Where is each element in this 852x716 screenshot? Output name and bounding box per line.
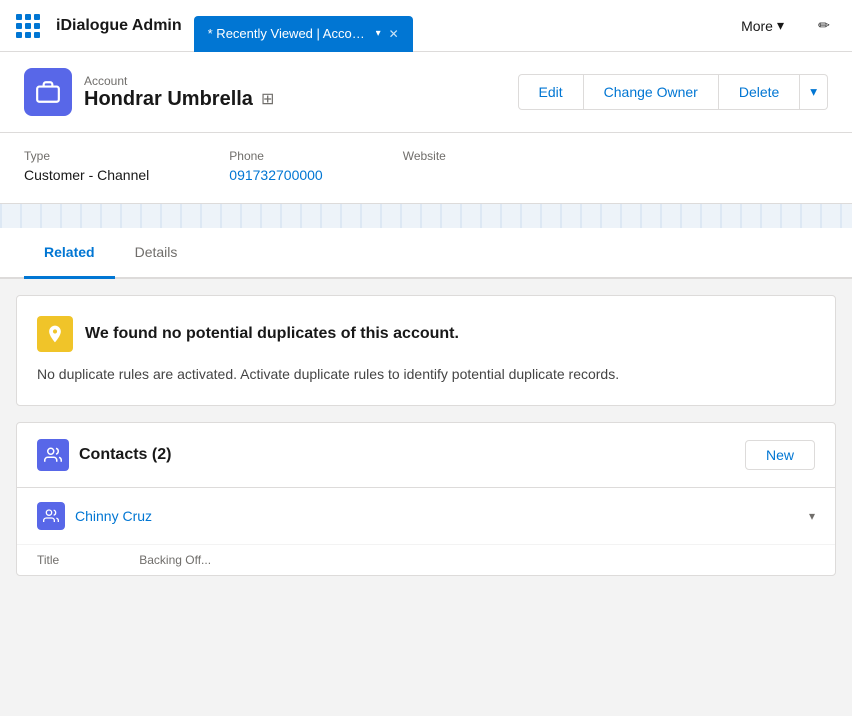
tab-label: * Recently Viewed | Accou...	[208, 26, 368, 41]
tab-close-icon[interactable]: ✕	[389, 27, 399, 41]
contacts-header: Contacts (2) New	[17, 423, 835, 488]
phone-field: Phone 091732700000	[229, 149, 322, 183]
recently-viewed-tab[interactable]: * Recently Viewed | Accou... ▾ ✕	[194, 16, 413, 52]
type-value: Customer - Channel	[24, 167, 149, 183]
app-launcher-icon[interactable]	[12, 10, 44, 42]
fields-row: Type Customer - Channel Phone 0917327000…	[0, 133, 852, 204]
record-name: Hondrar Umbrella	[84, 88, 253, 111]
more-button[interactable]: More ▾	[729, 11, 796, 40]
record-identity: Account Hondrar Umbrella ⊞	[24, 68, 274, 116]
phone-value[interactable]: 091732700000	[229, 167, 322, 183]
tab-bar: * Recently Viewed | Accou... ▾ ✕	[194, 8, 717, 44]
backing-off-label: Backing Off...	[139, 553, 211, 567]
type-label: Type	[24, 149, 149, 163]
actions-dropdown-button[interactable]: ▾	[800, 74, 828, 110]
duplicate-notice-card: We found no potential duplicates of this…	[16, 295, 836, 406]
action-buttons: Edit Change Owner Delete ▾	[518, 74, 828, 110]
hierarchy-icon[interactable]: ⊞	[261, 89, 274, 109]
title-field-label: Title	[37, 553, 59, 567]
contacts-section-icon	[37, 439, 69, 471]
dup-title: We found no potential duplicates of this…	[85, 325, 459, 343]
app-name: iDialogue Admin	[56, 17, 182, 35]
contact-item-icon	[37, 502, 65, 530]
tab-related[interactable]: Related	[24, 228, 115, 279]
global-edit-icon[interactable]: ✏	[808, 10, 840, 42]
account-icon	[24, 68, 72, 116]
edit-button[interactable]: Edit	[518, 74, 584, 110]
duplicate-warning-icon	[37, 316, 73, 352]
contact-row-chevron-icon[interactable]: ▾	[809, 509, 815, 523]
more-chevron-icon: ▾	[777, 17, 784, 34]
type-field: Type Customer - Channel	[24, 149, 149, 183]
contacts-card: Contacts (2) New Chinny Cruz ▾ Title Bac…	[16, 422, 836, 576]
contacts-title: Contacts (2)	[79, 446, 745, 464]
tab-details[interactable]: Details	[115, 228, 198, 279]
change-owner-button[interactable]: Change Owner	[584, 74, 719, 110]
contact-fields-hint: Title Backing Off...	[17, 545, 835, 575]
contact-row: Chinny Cruz ▾	[17, 488, 835, 545]
top-nav: iDialogue Admin * Recently Viewed | Acco…	[0, 0, 852, 52]
website-label: Website	[403, 149, 446, 163]
main-content: Related Details We found no potential du…	[0, 228, 852, 576]
record-breadcrumb: Account	[84, 74, 274, 88]
website-field: Website	[403, 149, 446, 183]
more-label: More	[741, 18, 773, 34]
dup-body: No duplicate rules are activated. Activa…	[37, 364, 815, 385]
record-subheader: Account Hondrar Umbrella ⊞ Edit Change O…	[0, 52, 852, 133]
grid-dots	[16, 14, 40, 38]
contact-name[interactable]: Chinny Cruz	[75, 508, 809, 524]
tab-chevron-icon[interactable]: ▾	[376, 28, 381, 39]
phone-label: Phone	[229, 149, 322, 163]
delete-button[interactable]: Delete	[719, 74, 800, 110]
section-divider	[0, 204, 852, 228]
record-meta: Account Hondrar Umbrella ⊞	[84, 74, 274, 111]
contacts-count: (2)	[152, 446, 172, 463]
content-tabs: Related Details	[0, 228, 852, 279]
dup-header: We found no potential duplicates of this…	[37, 316, 815, 352]
record-name-row: Hondrar Umbrella ⊞	[84, 88, 274, 111]
new-contact-button[interactable]: New	[745, 440, 815, 470]
